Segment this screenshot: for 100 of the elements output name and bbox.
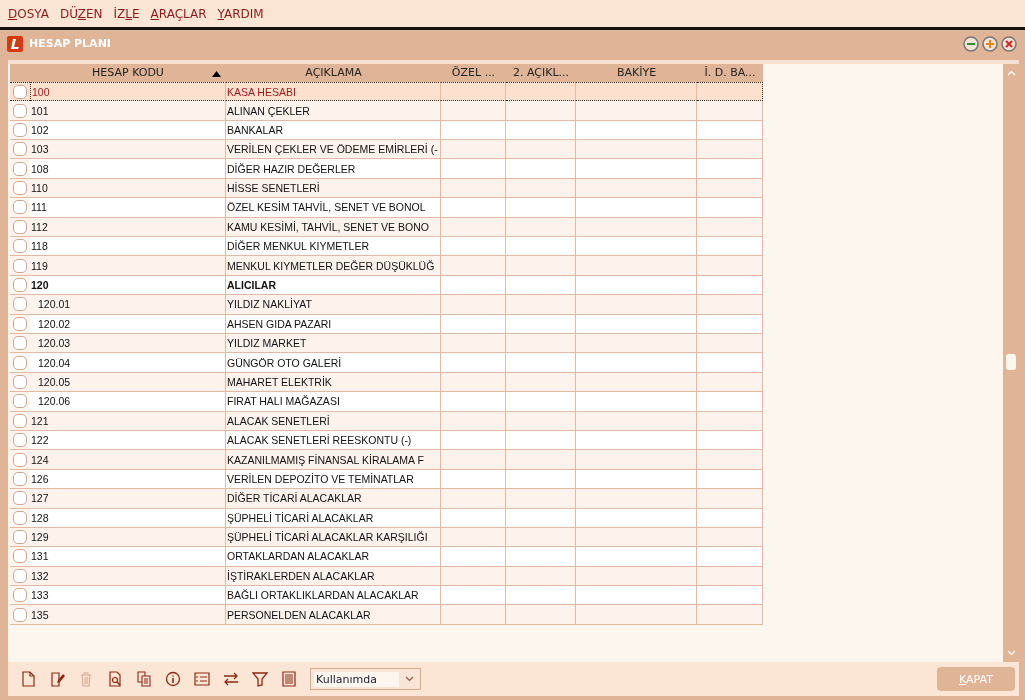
table-cell: 120.01	[30, 295, 226, 315]
table-cell: KAMU KESİMİ, TAHVİL, SENET VE BONO	[226, 217, 441, 238]
page-icon[interactable]	[20, 671, 36, 688]
column-header[interactable]: HESAP KODU	[30, 63, 226, 82]
checkbox[interactable]	[13, 161, 27, 176]
copy-icon[interactable]	[136, 671, 152, 688]
column-header[interactable]: 2. AÇIKL...	[506, 63, 576, 82]
table-cell: 111	[30, 198, 226, 218]
checkbox[interactable]	[13, 297, 27, 312]
table-cell: DİĞER TİCARİ ALACAKLAR	[226, 489, 441, 509]
table-cell: KAZANILMAMIŞ FİNANSAL KİRALAMA F	[226, 450, 441, 470]
table-cell: 132	[30, 566, 226, 587]
checkbox[interactable]	[13, 568, 27, 583]
table-cell: MENKUL KIYMETLER DEĞER DÜŞÜKLÜĞ	[226, 256, 441, 276]
info-icon[interactable]	[165, 671, 181, 688]
scrollbar-thumb[interactable]	[1006, 353, 1016, 370]
table-cell: 131	[30, 547, 226, 567]
table-cell: 133	[30, 586, 226, 606]
checkbox[interactable]	[13, 510, 27, 525]
menu-item[interactable]: İZLE	[113, 6, 140, 21]
table-cell: AHSEN GIDA PAZARI	[226, 314, 441, 334]
checkbox[interactable]	[13, 491, 27, 506]
checkbox[interactable]	[13, 413, 27, 428]
column-header[interactable]: ÖZEL ...	[441, 63, 506, 82]
checkbox[interactable]	[13, 239, 27, 254]
checkbox[interactable]	[13, 278, 27, 292]
table-cell: 120.02	[30, 314, 226, 334]
checkbox[interactable]	[13, 433, 27, 448]
checkbox[interactable]	[13, 530, 27, 545]
table-cell: 120.06	[30, 392, 226, 412]
table-cell: 120.05	[30, 372, 226, 393]
checkbox[interactable]	[13, 103, 27, 118]
checkbox[interactable]	[13, 258, 27, 273]
table-cell: YILDIZ MARKET	[226, 334, 441, 354]
table-cell: 108	[30, 159, 226, 179]
checkbox[interactable]	[13, 355, 27, 370]
table-cell: 135	[30, 605, 226, 625]
menu-item[interactable]: ARAÇLAR	[150, 6, 207, 21]
checkbox-column-header	[10, 63, 30, 82]
table-cell: 100	[30, 81, 226, 102]
close-button[interactable]	[1001, 35, 1017, 52]
numbered-list-icon[interactable]	[194, 671, 210, 688]
table-cell: MAHARET ELEKTRİK	[226, 372, 441, 393]
menu-item[interactable]: DOSYA	[8, 6, 49, 21]
table-cell: HİSSE SENETLERİ	[226, 178, 441, 199]
app-logo-icon	[7, 35, 23, 52]
table-cell: 120.04	[30, 353, 226, 373]
table-cell: 122	[30, 430, 226, 451]
menu-item[interactable]: YARDIM	[217, 6, 264, 21]
table-cell: 118	[30, 237, 226, 257]
checkbox[interactable]	[13, 142, 27, 157]
table-cell: 112	[30, 217, 226, 238]
checkbox[interactable]	[13, 394, 27, 409]
table-cell: 128	[30, 508, 226, 528]
edit-icon[interactable]	[49, 671, 65, 688]
vertical-scrollbar[interactable]	[1003, 63, 1019, 663]
swap-arrows-icon[interactable]	[223, 671, 239, 688]
table-cell: 119	[30, 256, 226, 276]
table-cell: 127	[30, 489, 226, 509]
table-cell: DİĞER MENKUL KIYMETLER	[226, 237, 441, 257]
checkbox[interactable]	[13, 122, 27, 137]
checkbox[interactable]	[13, 84, 27, 99]
checkbox[interactable]	[13, 471, 27, 486]
column-header[interactable]: BAKİYE	[576, 63, 697, 82]
checkbox[interactable]	[13, 336, 27, 351]
checkbox[interactable]	[13, 181, 27, 196]
menu-item[interactable]: DÜZEN	[59, 6, 103, 21]
table-cell: 126	[30, 469, 226, 490]
checkbox[interactable]	[13, 219, 27, 234]
column-header[interactable]: İ. D. BA...	[697, 63, 763, 82]
status-filter-dropdown[interactable]: Kullanımda	[310, 668, 421, 691]
checkbox[interactable]	[13, 316, 27, 331]
table-cell: ORTAKLARDAN ALACAKLAR	[226, 547, 441, 567]
magnifier-page-icon[interactable]	[107, 671, 123, 688]
checkbox[interactable]	[13, 374, 27, 389]
checkbox[interactable]	[13, 549, 27, 564]
table-cell: ALINAN ÇEKLER	[226, 101, 441, 121]
table-cell: ALACAK SENETLERİ	[226, 411, 441, 431]
report-icon[interactable]	[281, 671, 297, 688]
checkbox[interactable]	[13, 607, 27, 622]
chevron-down-icon	[405, 676, 414, 683]
maximize-button[interactable]	[982, 35, 998, 52]
table-cell: İŞTİRAKLERDEN ALACAKLAR	[226, 566, 441, 587]
checkbox[interactable]	[13, 588, 27, 603]
table-cell: BANKALAR	[226, 120, 441, 141]
scroll-up-icon[interactable]	[1006, 69, 1016, 76]
table-cell: ŞÜPHELİ TİCARİ ALACAKLAR	[226, 508, 441, 528]
filter-icon[interactable]	[252, 671, 268, 688]
table-cell: KASA HESABI	[226, 81, 441, 102]
table-cell: ÖZEL KESİM TAHVİL, SENET VE BONOL	[226, 198, 441, 218]
checkbox[interactable]	[13, 452, 27, 467]
table-cell: DİĞER HAZIR DEĞERLER	[226, 159, 441, 179]
checkbox[interactable]	[13, 200, 27, 215]
table-cell: 121	[30, 411, 226, 431]
table-cell: 120	[30, 275, 226, 296]
column-header[interactable]: AÇIKLAMA	[226, 63, 441, 82]
table-cell: PERSONELDEN ALACAKLAR	[226, 605, 441, 625]
minimize-button[interactable]	[963, 35, 979, 52]
table-cell: 103	[30, 140, 226, 160]
scroll-down-icon[interactable]	[1006, 650, 1016, 657]
